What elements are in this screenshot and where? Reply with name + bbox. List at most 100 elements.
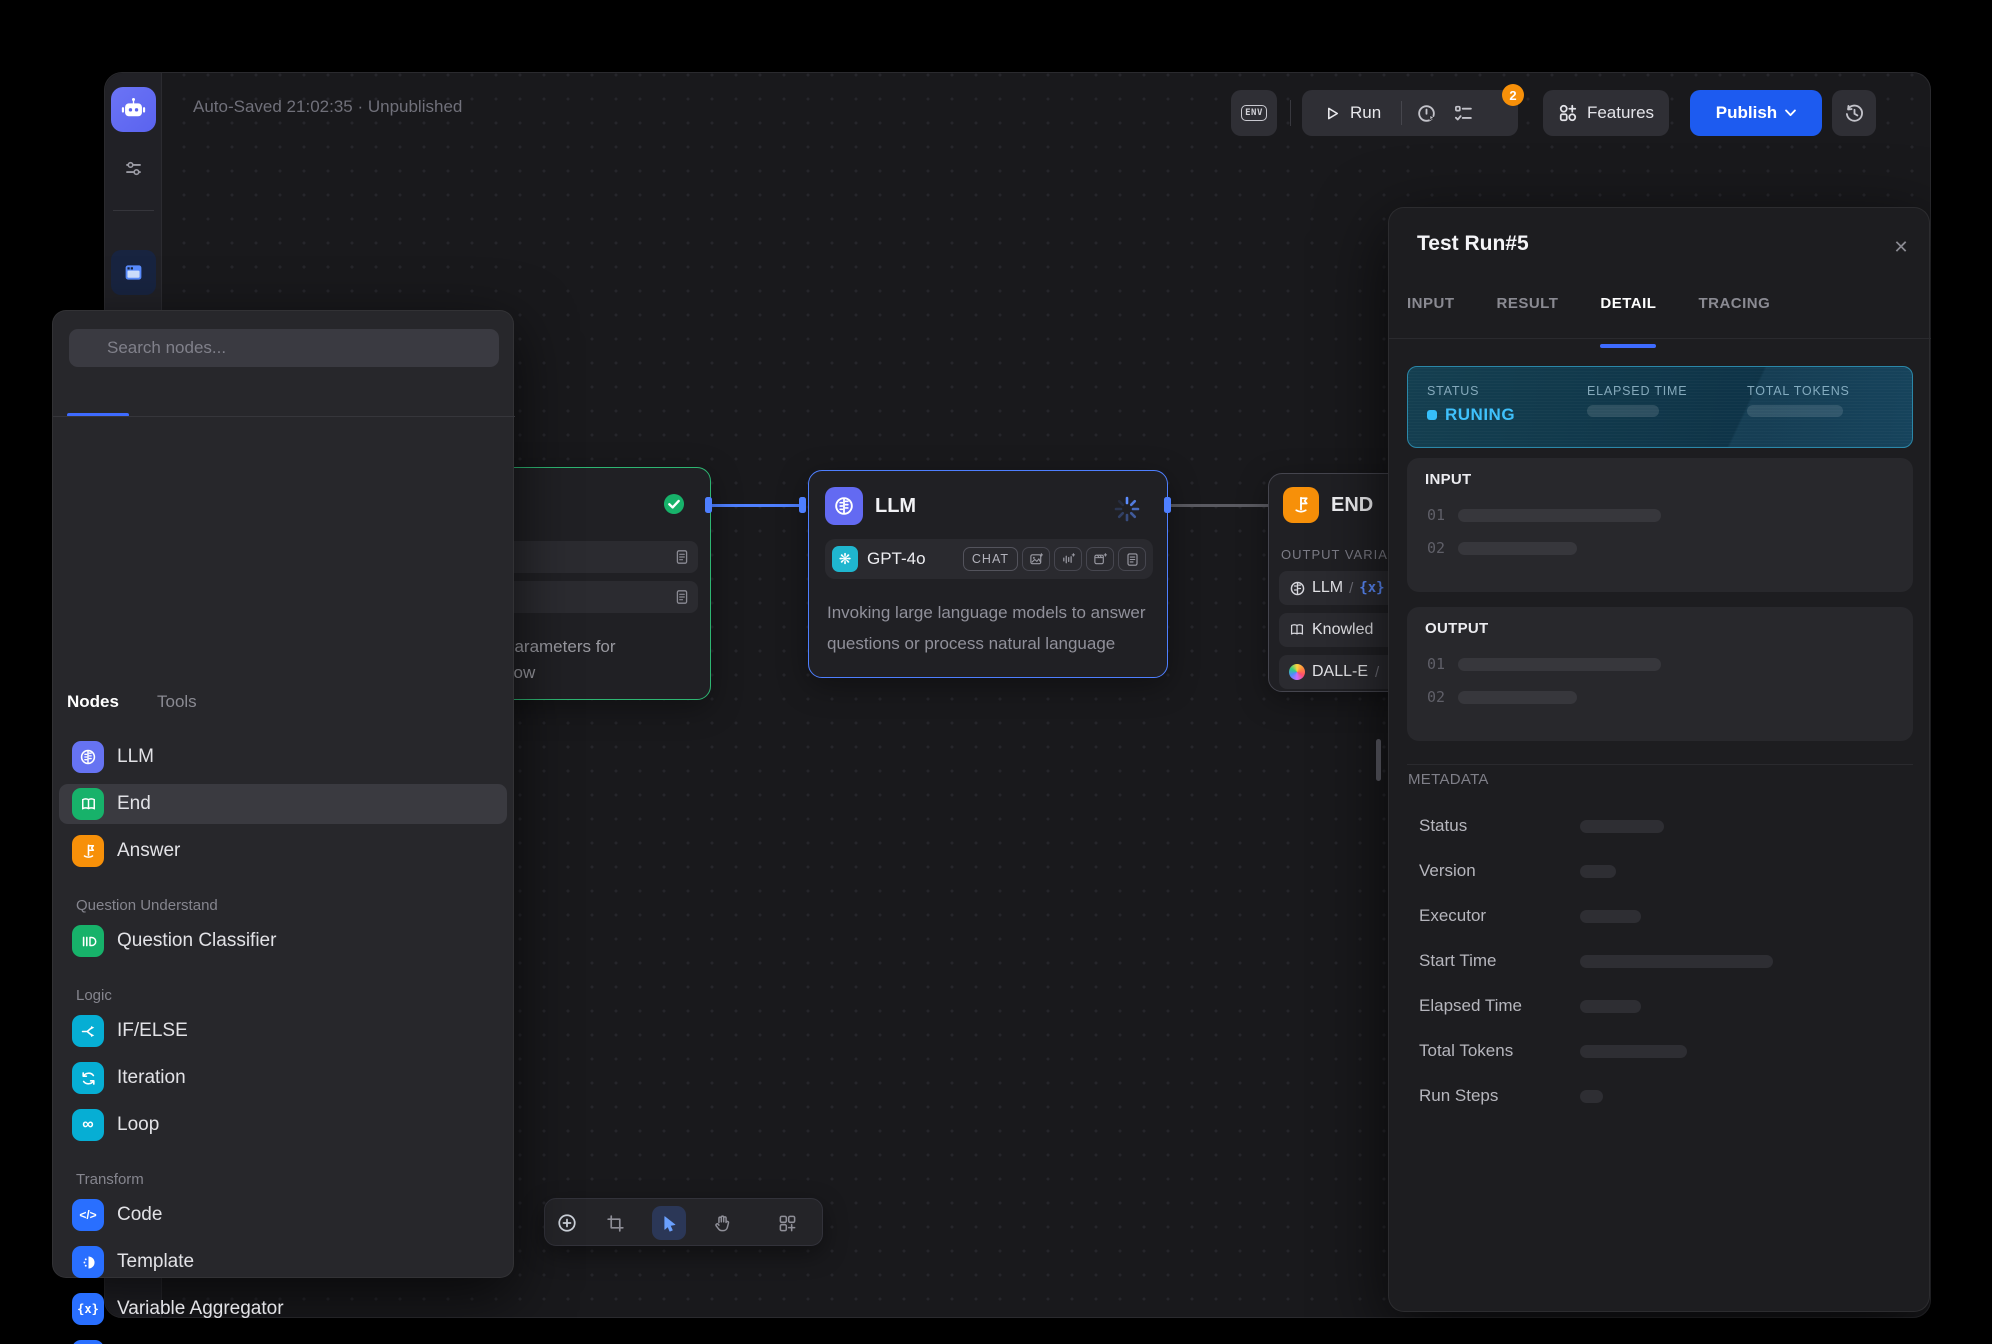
features-button[interactable]: Features	[1543, 90, 1669, 136]
hand-tool-button[interactable]	[705, 1206, 739, 1240]
app-root: Auto-Saved 21:02:35 · Unpublished ENV Ru…	[0, 0, 1992, 1344]
openai-icon: ❋	[832, 546, 858, 572]
running-dot-icon	[1427, 410, 1437, 420]
tab-tools[interactable]: Tools	[157, 692, 197, 712]
success-check-icon	[663, 493, 685, 520]
total-tokens-label: TOTAL TOKENS	[1747, 384, 1850, 398]
code-icon: </>	[72, 1199, 104, 1231]
node-picker-panel: Nodes Tools LLM End Answer	[52, 310, 514, 1278]
metadata-list: Status Version Executor Start Time Elaps…	[1407, 816, 1911, 1131]
panel-divider	[53, 416, 515, 417]
audio-capability-icon	[1054, 547, 1082, 571]
model-selector[interactable]: ❋ GPT-4o CHAT	[825, 539, 1153, 579]
node-item-llm[interactable]: LLM	[59, 737, 507, 777]
llm-input-port[interactable]	[799, 497, 806, 513]
tab-result[interactable]: RESULT	[1497, 295, 1559, 322]
document-capability-icon	[1118, 547, 1146, 571]
node-item-end[interactable]: End	[59, 784, 507, 824]
variable-assigner-icon: {=}	[72, 1340, 104, 1344]
metadata-divider	[1407, 764, 1913, 765]
chevron-down-icon	[1785, 109, 1796, 117]
input-title: INPUT	[1425, 471, 1472, 488]
if-else-icon	[72, 1015, 104, 1047]
plus-circle-icon	[557, 1213, 577, 1233]
add-node-button[interactable]	[550, 1206, 584, 1240]
separator: /	[1349, 580, 1353, 597]
run-panel-title: Test Run#5	[1417, 232, 1529, 256]
llm-icon	[72, 741, 104, 773]
variable-type: {x}	[1359, 580, 1384, 596]
canvas-toolbar	[544, 1198, 823, 1246]
metadata-row-status: Status	[1407, 816, 1911, 836]
start-output-port[interactable]	[705, 497, 712, 513]
metadata-row-start-time: Start Time	[1407, 951, 1911, 971]
metadata-title: METADATA	[1408, 771, 1489, 788]
brain-icon	[1289, 580, 1306, 597]
tab-nodes[interactable]: Nodes	[67, 692, 119, 712]
add-note-button[interactable]	[598, 1206, 632, 1240]
env-button[interactable]: ENV	[1231, 90, 1277, 136]
panel-resize-handle[interactable]	[1376, 739, 1381, 781]
close-icon[interactable]: ✕	[1889, 235, 1913, 259]
template-icon	[72, 1246, 104, 1278]
output-card: OUTPUT 01 02	[1407, 607, 1913, 741]
auto-layout-button[interactable]	[770, 1206, 804, 1240]
run-panel-tabs: INPUT RESULT DETAIL TRACING	[1407, 295, 1770, 322]
answer-flag-icon	[72, 835, 104, 867]
section-logic: Logic	[59, 987, 507, 1004]
rail-workflow-button[interactable]	[111, 250, 156, 295]
edge-start-to-llm	[711, 504, 801, 507]
run-history-timer-icon[interactable]	[1416, 103, 1437, 124]
llm-node[interactable]: LLM ❋ GPT-4o CHAT	[808, 470, 1168, 678]
edge-llm-to-end	[1171, 504, 1269, 507]
input-card: INPUT 01 02	[1407, 458, 1913, 592]
history-icon	[1844, 103, 1865, 124]
llm-node-title: LLM	[875, 495, 916, 518]
variable-name: DALL-E	[1312, 663, 1368, 681]
rail-sliders-button[interactable]	[111, 146, 156, 191]
input-row-1: 01	[1427, 506, 1661, 524]
workflow-window-icon	[123, 262, 144, 283]
status-label: STATUS	[1427, 384, 1479, 398]
output-row-2: 02	[1427, 688, 1577, 706]
node-item-answer[interactable]: Answer	[59, 831, 507, 871]
node-item-iteration[interactable]: Iteration	[59, 1058, 507, 1098]
model-name: GPT-4o	[867, 549, 926, 569]
node-item-variable-aggregator[interactable]: {x} Variable Aggregator	[59, 1289, 507, 1329]
node-item-question-classifier[interactable]: Question Classifier	[59, 921, 507, 961]
output-title: OUTPUT	[1425, 620, 1488, 637]
node-item-template[interactable]: Template	[59, 1242, 507, 1282]
rail-divider	[113, 210, 154, 211]
tab-detail[interactable]: DETAIL	[1600, 295, 1656, 322]
metadata-row-version: Version	[1407, 861, 1911, 881]
node-item-loop[interactable]: ∞ Loop	[59, 1105, 507, 1145]
test-run-panel: Test Run#5 ✕ INPUT RESULT DETAIL TRACING…	[1388, 207, 1930, 1312]
running-spinner-icon	[1113, 495, 1141, 528]
env-icon: ENV	[1241, 105, 1267, 121]
search-input[interactable]	[69, 329, 499, 367]
pointer-tool-button[interactable]	[652, 1206, 686, 1240]
variable-name: LLM	[1312, 579, 1343, 597]
node-item-if-else[interactable]: IF/ELSE	[59, 1011, 507, 1051]
separator: /	[1375, 664, 1379, 681]
loop-icon: ∞	[72, 1109, 104, 1141]
node-item-variable-assigner[interactable]: {=} Variable Assigner	[59, 1336, 507, 1344]
layout-grid-icon	[778, 1214, 797, 1233]
checklist-icon[interactable]	[1453, 103, 1474, 124]
end-icon	[72, 788, 104, 820]
end-node-icon	[1283, 487, 1319, 523]
tab-tracing[interactable]: TRACING	[1698, 295, 1770, 322]
node-item-code[interactable]: </> Code	[59, 1195, 507, 1235]
file-icon	[674, 589, 690, 605]
book-icon	[1289, 622, 1305, 638]
cursor-icon	[660, 1214, 679, 1233]
run-button-group[interactable]: Run	[1302, 90, 1518, 136]
app-logo-robot-icon[interactable]	[111, 87, 156, 132]
start-node-description: parameters for flow	[505, 634, 616, 686]
publish-button[interactable]: Publish	[1690, 90, 1822, 136]
status-card: STATUS ELAPSED TIME TOTAL TOKENS RUNING	[1407, 366, 1913, 448]
llm-output-port[interactable]	[1164, 497, 1171, 513]
node-list: LLM End Answer Question Understand Quest	[59, 731, 507, 1344]
version-history-button[interactable]	[1832, 90, 1876, 136]
tab-input[interactable]: INPUT	[1407, 295, 1455, 322]
